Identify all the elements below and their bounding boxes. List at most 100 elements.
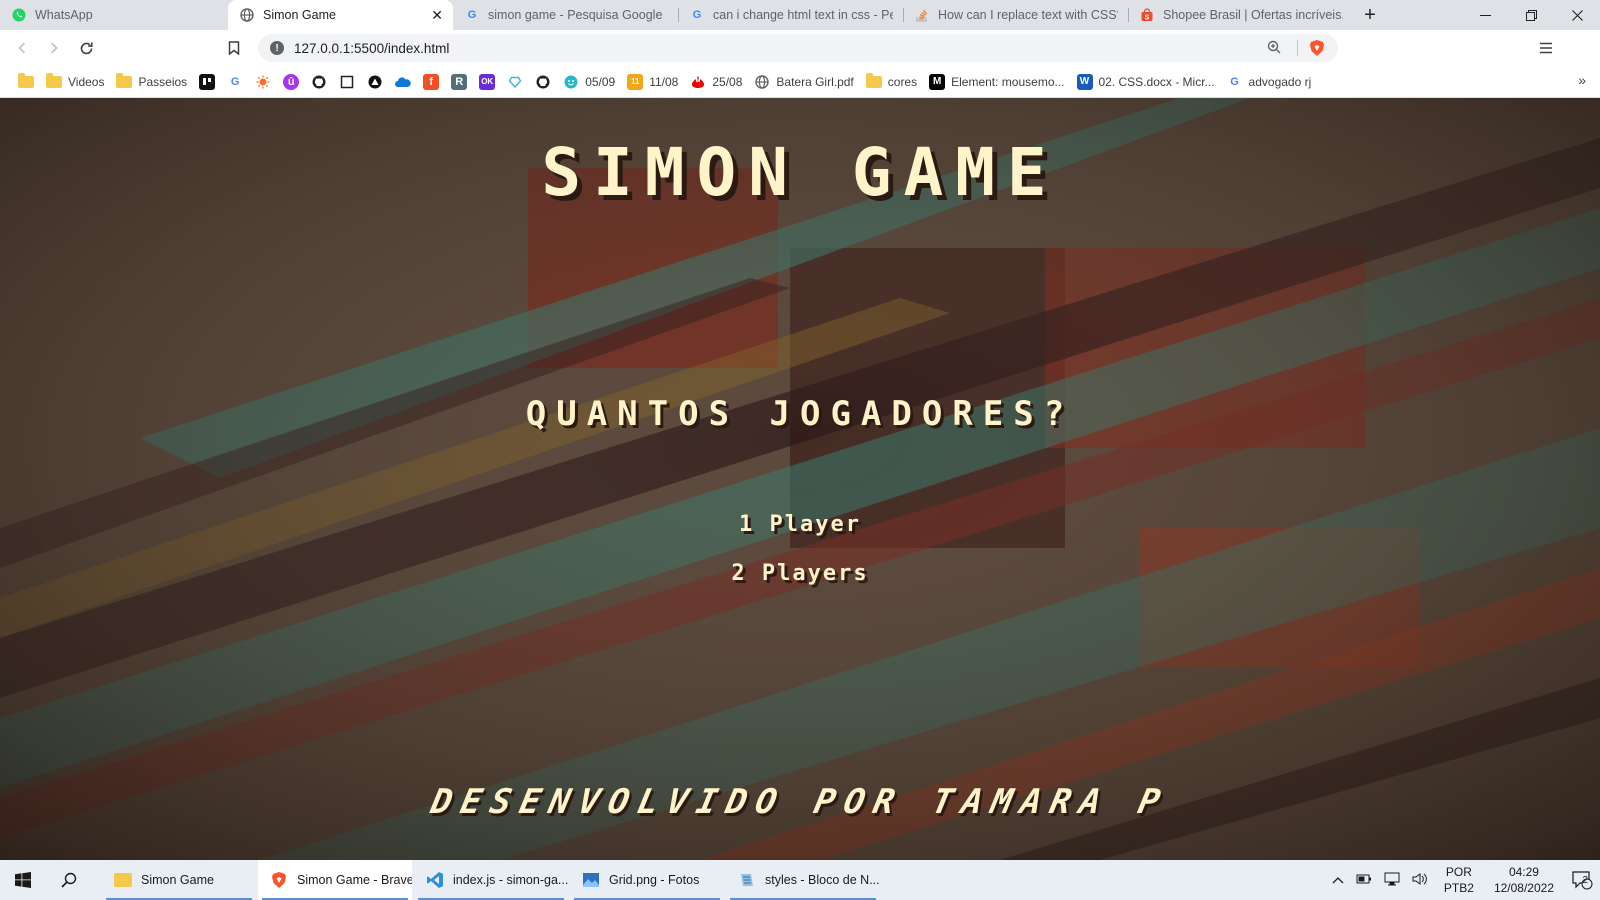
bookmark-icon[interactable] (222, 36, 246, 60)
tab-stackoverflow[interactable]: How can I replace text with CSS? - St (903, 0, 1128, 30)
bookmark-advogado[interactable]: Gadvogado rj (1221, 70, 1318, 94)
bookmark-github[interactable] (305, 70, 333, 94)
two-players-button[interactable]: 2 Players (0, 561, 1600, 586)
vscode-icon (426, 871, 444, 889)
shopee-icon: S (1140, 8, 1154, 22)
bookmark-folder[interactable] (12, 70, 40, 94)
windows-taskbar: Simon Game Simon Game - Brave index.js -… (0, 860, 1600, 900)
bookmark-f[interactable]: f (417, 70, 445, 94)
game-title: SIMON GAME (541, 134, 1059, 211)
bookmark-cores[interactable]: cores (860, 70, 923, 94)
notification-center-icon[interactable]: 2 (1564, 860, 1600, 900)
taskbar-item-brave[interactable]: Simon Game - Brave (258, 860, 412, 900)
bookmark-2508[interactable]: 25/08 (684, 70, 748, 94)
clock[interactable]: 04:29 12/08/2022 (1494, 864, 1554, 896)
minimize-icon[interactable] (1462, 0, 1508, 30)
zoom-icon[interactable] (1267, 40, 1289, 57)
tab-google-search-1[interactable]: G simon game - Pesquisa Google (453, 0, 678, 30)
menu-icon[interactable] (1534, 36, 1558, 60)
bookmark-videos[interactable]: Videos (40, 70, 110, 94)
bookmark-label: cores (887, 74, 918, 89)
bookmark-css-docx[interactable]: W 02. CSS.docx - Micr... (1071, 70, 1221, 94)
bookmark-heart[interactable] (501, 70, 529, 94)
whatsapp-icon (12, 8, 26, 22)
globe-icon (240, 8, 254, 22)
forward-icon[interactable] (42, 36, 66, 60)
bookmark-trello[interactable] (193, 70, 221, 94)
google-icon: G (467, 9, 477, 21)
bookmark-mdn[interactable]: M Element: mousemo... (923, 70, 1070, 94)
taskbar-label: Grid.png - Fotos (609, 873, 700, 887)
clock-time: 04:29 (1508, 865, 1539, 879)
url-text[interactable]: 127.0.0.1:5500/index.html (294, 41, 1267, 56)
taskbar-label: styles - Bloco de N... (765, 873, 880, 887)
brave-shields-icon[interactable] (1308, 39, 1326, 57)
taskbar-label: index.js - simon-ga... (453, 873, 568, 887)
taskbar-item-explorer[interactable]: Simon Game (102, 860, 256, 900)
notepad-icon (738, 871, 756, 889)
github-icon (311, 74, 327, 90)
developer-credit: DESENVOLVIDO POR TAMARA P (427, 782, 1173, 822)
taskbar-item-photos[interactable]: Grid.png - Fotos (570, 860, 724, 900)
more-bookmarks-button[interactable]: » (1578, 72, 1586, 88)
bookmark-onedrive[interactable] (389, 70, 417, 94)
close-tab-icon[interactable]: ✕ (431, 7, 443, 24)
folder-icon (865, 72, 882, 90)
bookmark-batera-girl[interactable]: Batera Girl.pdf (748, 70, 859, 94)
bookmark-label: Passeios (138, 74, 188, 89)
divider (1297, 40, 1298, 56)
network-icon[interactable] (1384, 872, 1400, 889)
game-menu: SIMON GAME QUANTOS JOGADORES? 1 Player 2… (0, 98, 1600, 860)
tab-google-search-2[interactable]: G can i change html text in css - Pesqu (678, 0, 903, 30)
players-question: QUANTOS JOGADORES? (525, 394, 1075, 434)
bookmark-passeios[interactable]: Passeios (110, 70, 193, 94)
back-icon[interactable] (10, 36, 34, 60)
input-language-indicator[interactable]: POR PTB2 (1444, 864, 1474, 896)
one-player-button[interactable]: 1 Player (0, 512, 1600, 537)
bookmark-label: 02. CSS.docx - Micr... (1098, 74, 1215, 89)
bookmark-ok[interactable]: OK (473, 70, 501, 94)
new-tab-button[interactable]: + (1353, 0, 1387, 30)
volume-icon[interactable] (1412, 872, 1428, 889)
heart-icon (507, 74, 523, 90)
square-icon (339, 74, 355, 90)
search-icon[interactable] (46, 860, 92, 900)
santander-icon (690, 74, 706, 90)
tab-whatsapp[interactable]: WhatsApp (0, 0, 228, 30)
folder-icon (18, 72, 34, 90)
tab-title: can i change html text in css - Pesqu (713, 8, 893, 22)
browser-toolbar: ! 127.0.0.1:5500/index.html (0, 30, 1600, 66)
site-info-icon[interactable]: ! (270, 41, 284, 55)
bookmark-triangle[interactable] (361, 70, 389, 94)
clock-date: 12/08/2022 (1493, 881, 1554, 895)
bookmark-square[interactable] (333, 70, 361, 94)
bookmark-sun[interactable] (249, 70, 277, 94)
folder-icon (46, 72, 62, 90)
svg-text:S: S (1145, 15, 1150, 22)
bookmark-github-2[interactable] (529, 70, 557, 94)
bookmark-r[interactable]: R (445, 70, 473, 94)
tab-simon-game[interactable]: Simon Game ✕ (228, 0, 453, 30)
restore-icon[interactable] (1508, 0, 1554, 30)
taskbar-label: Simon Game (141, 873, 214, 887)
taskbar-item-vscode[interactable]: index.js - simon-ga... (414, 860, 568, 900)
calendar-icon: 11 (627, 73, 644, 90)
chevron-up-icon[interactable] (1332, 873, 1344, 887)
bookmark-0509[interactable]: 05/09 (557, 70, 621, 94)
windows-start-icon[interactable] (0, 860, 46, 900)
tab-shopee[interactable]: S Shopee Brasil | Ofertas incríveis. Me (1128, 0, 1353, 30)
bookmark-1108[interactable]: 11 11/08 (621, 70, 684, 94)
battery-icon[interactable] (1356, 873, 1372, 888)
bookmark-google[interactable]: G (221, 70, 249, 94)
brave-icon (270, 871, 288, 889)
stackoverflow-icon (915, 8, 929, 22)
bookmark-label: advogado rj (1248, 74, 1312, 89)
close-window-icon[interactable] (1554, 0, 1600, 30)
keyboard-layout: PTB2 (1443, 881, 1474, 895)
bookmark-udemy[interactable]: û (277, 70, 305, 94)
taskbar-label: Simon Game - Brave (297, 873, 412, 887)
reload-icon[interactable] (74, 36, 98, 60)
taskbar-item-notepad[interactable]: styles - Bloco de N... (726, 860, 880, 900)
udemy-icon: û (283, 73, 300, 90)
address-bar[interactable]: ! 127.0.0.1:5500/index.html (258, 34, 1338, 62)
